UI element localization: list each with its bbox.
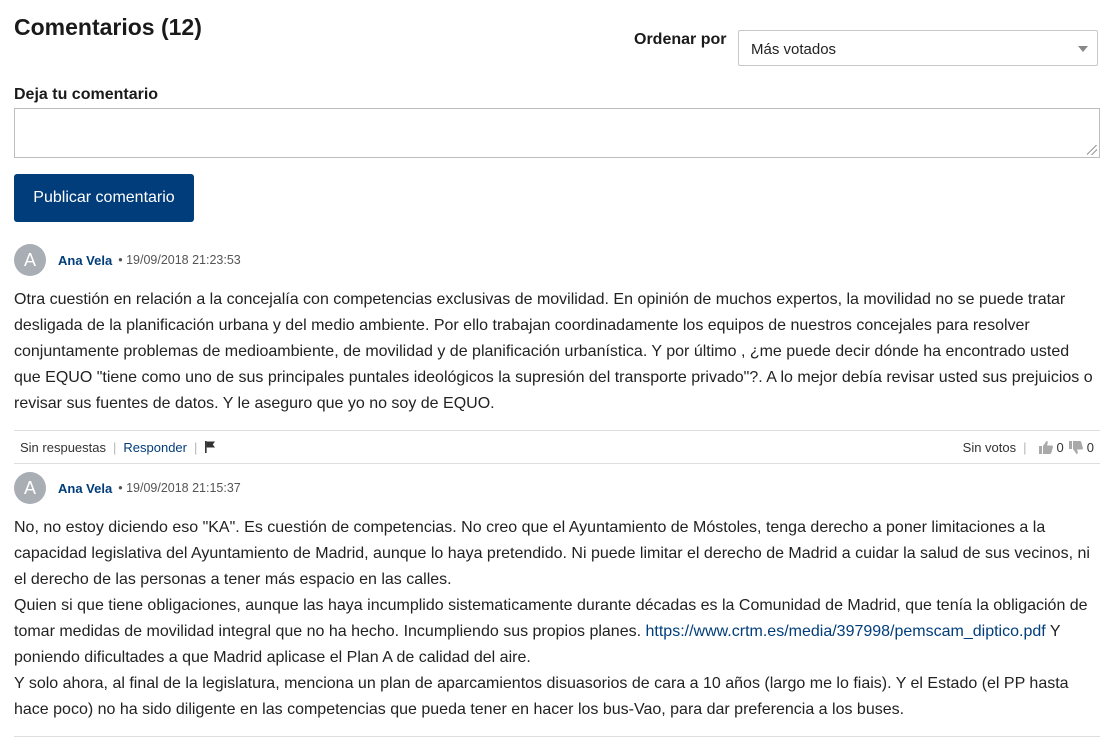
publish-comment-button[interactable]: Publicar comentario (14, 174, 194, 222)
comment-date: 19/09/2018 21:23:53 (118, 253, 241, 267)
external-link[interactable]: https://www.crtm.es/media/397998/pemscam… (646, 623, 1046, 640)
thumbs-up-icon[interactable] (1038, 440, 1054, 455)
likes-count: 0 (1056, 439, 1064, 455)
resize-handle[interactable] (1087, 145, 1097, 155)
divider (14, 736, 1100, 737)
comment-author[interactable]: Ana Vela (58, 481, 112, 496)
comment-footer: Sin respuestas | Responder | Sin votos |… (14, 430, 1100, 464)
divider: | (113, 439, 117, 455)
comment-paragraph: Quien si que tiene obligaciones, aunque … (14, 593, 1100, 671)
divider: | (194, 439, 198, 455)
comment-paragraph: Y solo ahora, al final de la legislatura… (14, 675, 1069, 718)
thumbs-down-icon[interactable] (1068, 440, 1084, 455)
flag-icon[interactable] (204, 440, 217, 454)
comment-body: No, no estoy diciendo eso "KA". Es cuest… (14, 515, 1100, 723)
sort-select[interactable]: Más votados (738, 30, 1098, 66)
sort-selected-value: Más votados (751, 41, 837, 58)
sort-label: Ordenar por (634, 31, 727, 48)
reply-link[interactable]: Responder (123, 440, 187, 455)
comment-header: A Ana Vela 19/09/2018 21:15:37 (14, 472, 241, 504)
comment-header: A Ana Vela 19/09/2018 21:23:53 (14, 244, 241, 276)
chevron-down-icon (1078, 46, 1088, 52)
divider: | (1023, 439, 1027, 455)
replies-count: Sin respuestas (20, 439, 106, 455)
comments-title: Comentarios (12) (14, 14, 202, 40)
avatar: A (14, 472, 46, 504)
comment-field-label: Deja tu comentario (14, 86, 159, 103)
votes-status: Sin votos (962, 439, 1017, 455)
comment-body: Otra cuestión en relación a la concejalí… (14, 291, 1093, 412)
comment-author[interactable]: Ana Vela (58, 253, 112, 268)
comment-paragraph: No, no estoy diciendo eso "KA". Es cuest… (14, 519, 1090, 588)
comment-date: 19/09/2018 21:15:37 (118, 481, 241, 495)
comment-textarea[interactable] (14, 108, 1100, 158)
comments-section: Comentarios (12) Ordenar por Más votados… (0, 0, 1109, 743)
dislikes-count: 0 (1086, 439, 1094, 455)
avatar: A (14, 244, 46, 276)
